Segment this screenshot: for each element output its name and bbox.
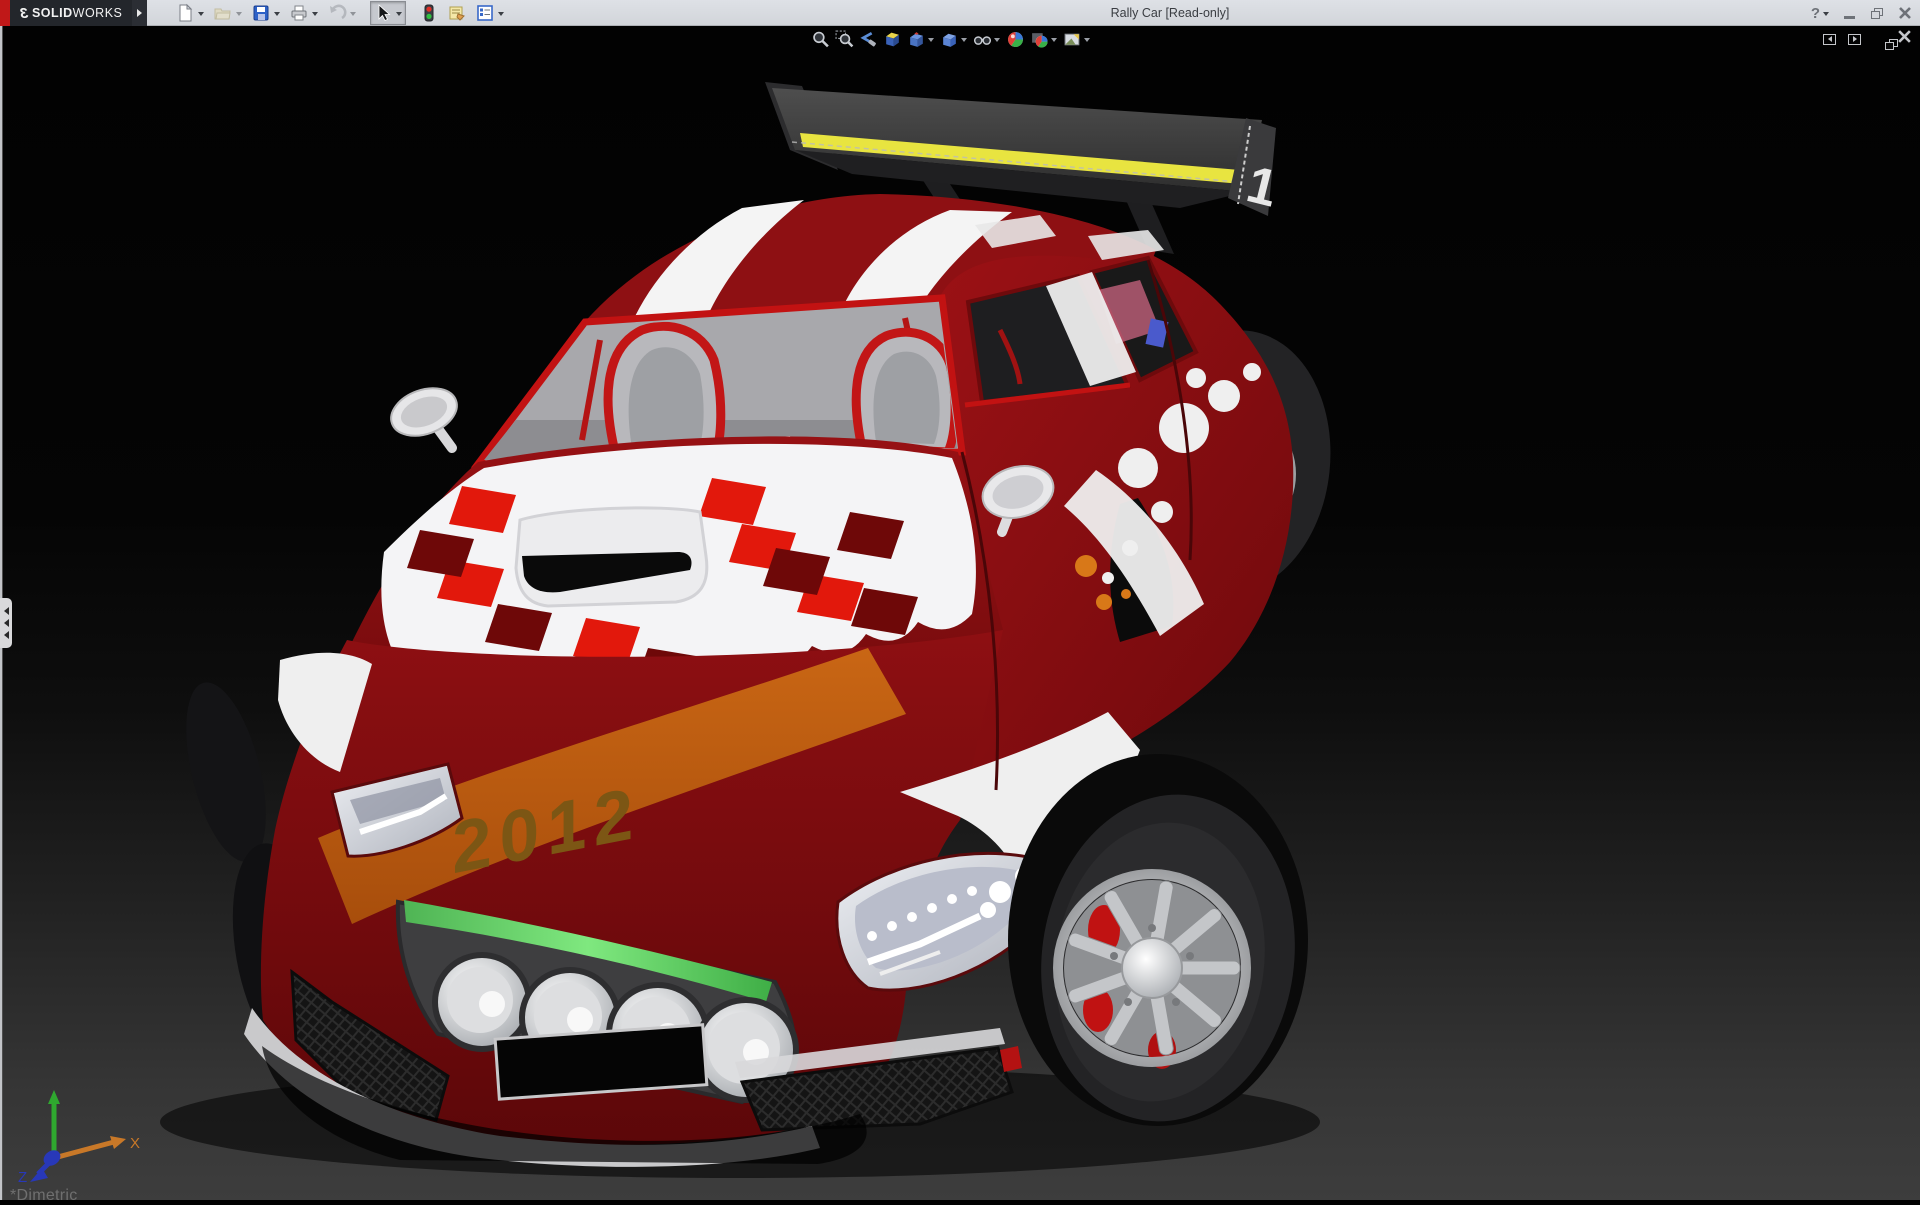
car-3d-model: 1 [160, 82, 1343, 1178]
triad-z-label: Z [18, 1169, 27, 1186]
expand-feature-panel-button[interactable] [0, 598, 12, 648]
help-button[interactable]: ? [1811, 5, 1830, 22]
chevron-down-icon[interactable] [1823, 12, 1829, 19]
options-button[interactable] [472, 1, 508, 25]
chevron-down-icon[interactable] [198, 12, 204, 19]
undo-button[interactable] [324, 1, 360, 25]
chevron-down-icon[interactable] [928, 38, 934, 45]
zoom-to-area-button[interactable] [834, 29, 855, 50]
edit-appearance-button[interactable] [1005, 29, 1026, 50]
main-toolbar [172, 0, 508, 26]
scene-sphere-icon [1030, 30, 1049, 49]
chevron-left-icon [0, 631, 9, 639]
view-orientation-label: *Dimetric [10, 1187, 78, 1205]
section-view-button[interactable] [882, 29, 903, 50]
save-button[interactable] [248, 1, 284, 25]
chevron-down-icon[interactable] [994, 38, 1000, 45]
appearance-sphere-icon [1006, 30, 1025, 49]
new-document-icon [175, 3, 195, 23]
triad-x-label: X [130, 1135, 140, 1152]
view-orientation-button[interactable] [906, 29, 936, 50]
window-title: Rally Car [Read-only] [1040, 0, 1300, 26]
orientation-cube-icon [907, 30, 926, 49]
model-viewport-render: 1 [0, 26, 1920, 1200]
printer-icon [289, 3, 309, 23]
logo-text-light: WORKS [73, 6, 123, 20]
close-button[interactable] [1896, 4, 1914, 22]
window-controls: ? [1811, 0, 1914, 26]
magnifier-icon [811, 30, 830, 49]
boxed-left-arrow-icon [1825, 36, 1832, 42]
chevron-right-icon [137, 9, 146, 17]
select-button[interactable] [370, 1, 406, 25]
toolbar-flyout-button[interactable] [132, 0, 147, 26]
traffic-light-icon [419, 3, 439, 23]
pane-next-button[interactable] [1848, 34, 1861, 45]
chevron-down-icon[interactable] [1084, 38, 1090, 45]
apply-scene-button[interactable] [1029, 29, 1059, 50]
file-properties-button[interactable] [444, 1, 470, 25]
doc-close-button[interactable] [1897, 29, 1912, 49]
select-cursor-icon [373, 3, 393, 23]
close-icon [1897, 29, 1912, 44]
ds-logo-mark: 3 [20, 5, 28, 22]
save-floppy-icon [251, 3, 271, 23]
chevron-down-icon[interactable] [236, 12, 242, 19]
restore-button[interactable] [1868, 4, 1886, 22]
close-icon [1898, 6, 1912, 20]
solidworks-logo: 3 SOLIDWORKS [10, 0, 132, 26]
open-folder-icon [213, 3, 233, 23]
rebuild-button[interactable] [416, 1, 442, 25]
print-button[interactable] [286, 1, 322, 25]
undo-arrow-icon [327, 3, 347, 23]
chevron-down-icon[interactable] [350, 12, 356, 19]
reference-triad: X Z [14, 1086, 144, 1186]
pane-previous-button[interactable] [1823, 34, 1836, 45]
chevron-down-icon[interactable] [1051, 38, 1057, 45]
shaded-cube-icon [940, 30, 959, 49]
boxed-right-arrow-icon [1853, 36, 1860, 42]
graphics-viewport[interactable]: 1 [0, 26, 1920, 1200]
chevron-down-icon[interactable] [396, 12, 402, 19]
chevron-left-icon [0, 619, 9, 627]
magnifier-area-icon [835, 30, 854, 49]
open-button[interactable] [210, 1, 246, 25]
chevron-left-icon [0, 607, 9, 615]
title-bar: 3 SOLIDWORKS [0, 0, 1920, 26]
note-edit-icon [447, 3, 467, 23]
logo-text-bold: SOLID [32, 6, 73, 20]
document-window-controls [1823, 29, 1912, 49]
previous-view-button[interactable] [858, 29, 879, 50]
back-arrow-icon [859, 30, 878, 49]
options-checklist-icon [475, 3, 495, 23]
brand-accent-strip [0, 0, 10, 26]
hood-scoop [516, 508, 707, 606]
new-button[interactable] [172, 1, 208, 25]
left-mirror [385, 380, 464, 448]
chevron-down-icon[interactable] [498, 12, 504, 19]
chevron-down-icon[interactable] [274, 12, 280, 19]
view-settings-button[interactable] [1062, 29, 1092, 50]
chevron-down-icon[interactable] [312, 12, 318, 19]
glasses-icon [973, 30, 992, 49]
license-plate [495, 1025, 707, 1099]
chevron-down-icon[interactable] [961, 38, 967, 45]
zoom-to-fit-button[interactable] [810, 29, 831, 50]
hide-show-items-button[interactable] [972, 29, 1002, 50]
help-icon: ? [1811, 5, 1820, 22]
view-settings-icon [1063, 30, 1082, 49]
display-style-button[interactable] [939, 29, 969, 50]
minimize-icon [1844, 16, 1855, 19]
minimize-button[interactable] [1840, 4, 1858, 22]
section-cube-icon [883, 30, 902, 49]
restore-icon [1871, 8, 1883, 18]
headsup-view-toolbar [810, 28, 1092, 50]
